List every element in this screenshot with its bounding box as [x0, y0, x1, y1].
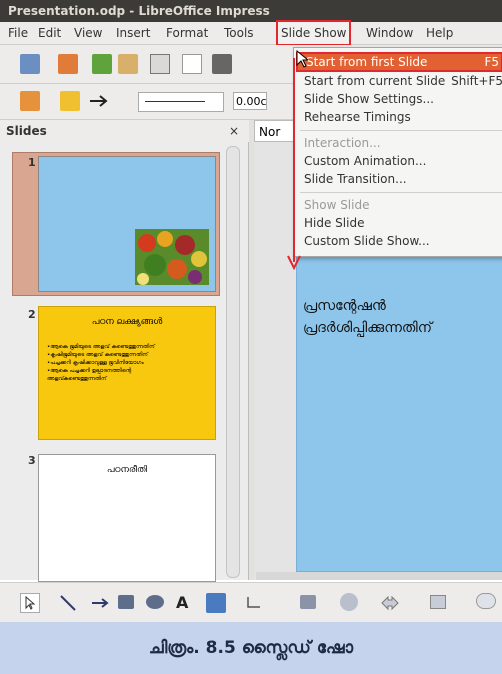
slide-2-bullets: •ആകെ ഭൂമിയുടെ അളവ് കണ്ടെത്തുന്നതിന് •കൃഷ…	[47, 343, 155, 383]
menu-window[interactable]: Window	[364, 22, 415, 44]
current-slide[interactable]: പ്രസന്റേഷൻ പ്രദർശിപ്പിക്കുന്നതിന്	[296, 250, 502, 572]
new-document-icon[interactable]	[20, 54, 40, 74]
menu-edit[interactable]: Edit	[36, 22, 63, 44]
menu-item-rehearse[interactable]: Rehearse Timings	[304, 108, 502, 126]
menu-item-slide-transition[interactable]: Slide Transition...	[304, 170, 502, 188]
bullet-item: •ആകെ ഭൂമിയുടെ അളവ് കണ്ടെത്തുന്നതിന്	[47, 344, 155, 350]
vegetables-image	[135, 229, 209, 285]
menu-item-start-current[interactable]: Start from current Slide Shift+F5	[304, 72, 502, 90]
save-icon[interactable]	[92, 54, 112, 74]
curve-icon[interactable]	[206, 593, 226, 613]
edit-file-icon[interactable]	[150, 54, 170, 74]
menu-item-custom-animation[interactable]: Custom Animation...	[304, 152, 502, 170]
arrow-line-icon[interactable]	[90, 593, 110, 613]
menu-item-hide-slide[interactable]: Hide Slide	[304, 214, 502, 232]
bullet-item: •കൃഷിഭൂമിയുടെ അളവ് കണ്ടെത്തുന്നതിന്	[47, 352, 148, 358]
arrow-style-icon[interactable]	[88, 91, 108, 111]
slide-2-thumbnail[interactable]: പഠന ലക്ഷ്യങ്ങൾ •ആകെ ഭൂമിയുടെ അളവ് കണ്ടെത…	[38, 306, 216, 440]
slide-3-thumbnail[interactable]: പഠനരീതി	[38, 454, 216, 582]
slide-show-menu: Start from first Slide F5 Start from cur…	[293, 47, 502, 257]
slide-number: 3	[28, 454, 36, 467]
print-icon[interactable]	[212, 54, 232, 74]
annotation-arrow	[287, 58, 301, 271]
menu-bar: File Edit View Insert Format Tools Slide…	[0, 20, 502, 46]
menu-item-settings[interactable]: Slide Show Settings...	[304, 90, 502, 108]
menu-tools[interactable]: Tools	[222, 22, 256, 44]
slides-pane-header: Slides ×	[0, 120, 250, 142]
slides-pane: 1 2 പഠന ലക്ഷ്യങ്ങൾ •ആകെ ഭൂമിയുടെ അളവ് കണ…	[0, 142, 249, 582]
callouts-icon[interactable]	[476, 593, 496, 609]
menu-item-start-first[interactable]: Start from first Slide F5	[296, 52, 502, 72]
slides-scrollbar[interactable]	[226, 146, 240, 578]
menu-help[interactable]: Help	[424, 22, 455, 44]
menu-insert[interactable]: Insert	[114, 22, 152, 44]
window-title: Presentation.odp - LibreOffice Impress	[0, 0, 502, 22]
line-width-field[interactable]: 0.00cm	[233, 92, 267, 110]
email-icon[interactable]	[118, 54, 138, 74]
flowchart-icon[interactable]	[430, 595, 446, 609]
menu-item-shortcut: Shift+F5	[451, 74, 502, 88]
menu-separator	[300, 130, 502, 131]
slide-3-heading: പഠനരീതി	[106, 465, 148, 475]
block-arrows-icon[interactable]	[380, 593, 400, 613]
slide-text: പ്രസന്റേഷൻ പ്രദർശിപ്പിക്കുന്നതിന്	[303, 295, 432, 339]
mouse-cursor-icon	[296, 50, 308, 68]
basic-shapes-icon[interactable]	[300, 595, 316, 609]
menu-format[interactable]: Format	[164, 22, 210, 44]
menu-item-custom-slide-show[interactable]: Custom Slide Show...	[304, 232, 502, 250]
menu-item-label: Start from first Slide	[306, 55, 428, 69]
drawing-toolbar: A	[0, 582, 502, 623]
line-icon[interactable]	[58, 593, 78, 613]
figure-caption: ചിത്രം. 8.5 സ്ലൈഡ് ഷോ	[0, 622, 502, 674]
bullet-item: അളവ്കണ്ടെത്തുന്നതിന്	[47, 376, 107, 382]
menu-item-shortcut: F5	[484, 55, 499, 69]
select-pointer-icon[interactable]	[20, 593, 40, 613]
rectangle-icon[interactable]	[118, 595, 134, 609]
menu-slide-show[interactable]: Slide Show	[276, 20, 352, 46]
slide-1-thumbnail[interactable]	[38, 156, 216, 292]
menu-file[interactable]: File	[6, 22, 30, 44]
open-folder-icon[interactable]	[58, 54, 78, 74]
slide-text-line: പ്രദർശിപ്പിക്കുന്നതിന്	[303, 320, 432, 336]
slide-text-line: പ്രസന്റേഷൻ	[303, 298, 386, 314]
menu-separator	[300, 192, 502, 193]
slide-layout-icon[interactable]	[20, 91, 40, 111]
bullet-item: •ആകെ പച്ചക്കറി ഉല്പാദനത്തിന്റെ	[47, 368, 132, 374]
slide-2-heading: പഠന ലക്ഷ്യങ്ങൾ	[91, 317, 163, 327]
slides-pane-title: Slides	[6, 124, 47, 138]
menu-item-show-slide: Show Slide	[304, 198, 370, 212]
slide-number: 2	[28, 308, 36, 321]
symbol-shapes-icon[interactable]	[340, 593, 358, 611]
menu-view[interactable]: View	[72, 22, 104, 44]
connector-icon[interactable]	[244, 593, 264, 613]
horizontal-scrollbar[interactable]	[256, 572, 502, 580]
menu-item-label: Start from current Slide	[304, 74, 446, 88]
ellipse-icon[interactable]	[146, 595, 164, 609]
close-icon[interactable]: ×	[229, 120, 239, 142]
text-tool-icon[interactable]: A	[176, 593, 196, 613]
menu-item-interaction: Interaction...	[304, 136, 381, 150]
slide-number: 1	[28, 156, 36, 169]
export-pdf-icon[interactable]	[182, 54, 202, 74]
fill-bucket-icon[interactable]	[60, 91, 80, 111]
line-style-select[interactable]	[138, 92, 224, 112]
bullet-item: •പച്ചക്കറി കൃഷിക്കാവുള്ള ഭൂവിനിയോഗം	[47, 360, 144, 366]
